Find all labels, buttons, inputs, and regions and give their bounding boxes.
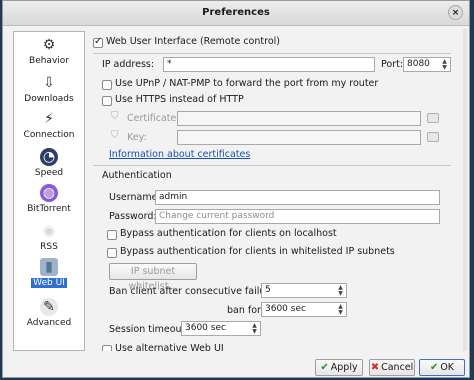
sidebar-item-label: Web UI <box>31 278 67 288</box>
sidebar-item-connection[interactable]: ⚡ Connection <box>14 110 84 140</box>
spin-arrows-icon[interactable]: ▲ ▼ <box>440 59 449 71</box>
cancel-button[interactable]: ✖ Cancel <box>369 359 415 376</box>
bypass-whitelist-label: Bypass authentication for clients in whi… <box>120 246 395 257</box>
username-label: Username: <box>109 192 161 203</box>
cancel-label: Cancel <box>381 362 414 373</box>
sidebar-item-label: Speed <box>34 168 64 178</box>
webui-settings-panel: Web User Interface (Remote control) IP a… <box>91 29 465 351</box>
ban-duration-spinbox[interactable]: 3600 sec ▲ ▼ <box>261 302 347 317</box>
ip-subnet-whitelist-button[interactable]: IP subnet whitelist... <box>109 263 197 292</box>
group-divider <box>93 165 451 166</box>
check-icon: ✔ <box>320 362 329 373</box>
sidebar-item-label: RSS <box>40 242 58 252</box>
key-path-input[interactable] <box>177 130 421 145</box>
sidebar-item-downloads[interactable]: ⇩ Downloads <box>14 74 84 104</box>
webui-enable-checkbox[interactable] <box>93 36 103 48</box>
upnp-checkbox[interactable] <box>102 80 112 90</box>
session-timeout-spinbox[interactable]: 3600 sec ▲ ▼ <box>181 321 261 336</box>
password-label: Password: <box>109 211 157 222</box>
sidebar-item-speed[interactable]: ◔ Speed <box>14 148 84 178</box>
folder-icon[interactable] <box>427 132 439 142</box>
folder-icon[interactable] <box>427 113 439 123</box>
preferences-sidebar: ⚙ Behavior ⇩ Downloads ⚡ Connection ◔ Sp… <box>13 31 85 351</box>
rss-icon: ◉ <box>42 223 56 239</box>
tools-icon: ✎ <box>40 298 58 316</box>
upnp-label: Use UPnP / NAT-PMP to forward the port f… <box>115 78 379 89</box>
session-timeout-value: 3600 sec <box>185 323 226 333</box>
gear-icon: ⚙ <box>42 37 56 53</box>
port-value: 8080 <box>407 59 430 69</box>
sidebar-item-bittorrent[interactable]: ◍ BitTorrent <box>14 184 84 214</box>
certificate-label: Certificate: <box>127 113 180 124</box>
key-label: Key: <box>127 132 147 143</box>
ok-label: OK <box>440 362 455 373</box>
spin-arrows-icon[interactable]: ▲ ▼ <box>250 323 259 335</box>
sidebar-item-label: BitTorrent <box>27 204 71 214</box>
apply-button[interactable]: ✔ Apply <box>315 359 363 376</box>
sidebar-item-label: Connection <box>23 130 75 140</box>
port-spinbox[interactable]: 8080 ▲ ▼ <box>403 57 451 72</box>
certificate-info-link[interactable]: Information about certificates <box>109 149 250 160</box>
sidebar-item-label: Advanced <box>26 318 72 328</box>
bittorrent-icon: ◍ <box>40 184 58 202</box>
key-shield-icon: ⛉ <box>111 130 119 141</box>
ban-failures-spinbox[interactable]: 5 ▲ ▼ <box>261 283 347 298</box>
cancel-icon: ✖ <box>370 362 380 373</box>
content-scrollbar[interactable] <box>463 29 467 351</box>
username-input[interactable]: admin <box>155 190 440 205</box>
spin-arrows-icon[interactable]: ▲ ▼ <box>336 285 345 297</box>
password-input[interactable]: Change current password <box>155 209 440 224</box>
port-label: Port: <box>381 59 404 70</box>
ban-for-label: ban for: <box>227 305 264 316</box>
preferences-window: Preferences × ⚙ Behavior ⇩ Downloads ⚡ C… <box>2 0 470 378</box>
certificate-path-input[interactable] <box>177 111 421 126</box>
bypass-whitelist-checkbox[interactable] <box>107 248 117 258</box>
sidebar-item-label: Downloads <box>24 94 74 104</box>
https-label: Use HTTPS instead of HTTP <box>115 94 244 105</box>
ok-button[interactable]: ✔ OK <box>419 359 465 376</box>
sidebar-item-behavior[interactable]: ⚙ Behavior <box>14 36 84 66</box>
webui-icon: ▮ <box>40 258 58 276</box>
ip-address-input[interactable]: * <box>163 57 375 72</box>
spin-arrows-icon[interactable]: ▲ ▼ <box>336 304 345 316</box>
https-checkbox[interactable] <box>102 96 112 106</box>
window-title: Preferences <box>202 7 270 18</box>
ban-label: Ban client after consecutive failures: <box>109 286 284 297</box>
group-divider <box>93 53 451 54</box>
alternative-webui-checkbox[interactable] <box>102 345 112 351</box>
title-bar: Preferences × <box>3 1 469 26</box>
download-icon: ⇩ <box>43 75 55 91</box>
sidebar-item-advanced[interactable]: ✎ Advanced <box>14 298 84 328</box>
sidebar-item-rss[interactable]: ◉ RSS <box>14 222 84 252</box>
close-icon[interactable]: × <box>448 5 463 20</box>
password-placeholder: Change current password <box>159 211 275 221</box>
sidebar-item-webui[interactable]: ▮ Web UI <box>14 258 84 288</box>
alternative-webui-label: Use alternative Web UI <box>115 343 224 351</box>
certificate-shield-icon: ⛉ <box>111 111 119 122</box>
bypass-localhost-label: Bypass authentication for clients on loc… <box>120 228 337 239</box>
ban-duration-value: 3600 sec <box>265 304 306 314</box>
webui-enable-label: Web User Interface (Remote control) <box>106 36 280 47</box>
ip-address-label: IP address: <box>102 59 155 70</box>
check-icon: ✔ <box>429 362 439 373</box>
bypass-localhost-checkbox[interactable] <box>107 230 117 240</box>
speedometer-icon: ◔ <box>40 148 58 166</box>
apply-label: Apply <box>330 362 358 373</box>
authentication-section-title: Authentication <box>102 170 172 181</box>
sidebar-item-label: Behavior <box>29 56 69 66</box>
connection-icon: ⚡ <box>44 111 54 127</box>
session-timeout-label: Session timeout: <box>109 324 189 335</box>
ban-failures-value: 5 <box>265 285 271 295</box>
